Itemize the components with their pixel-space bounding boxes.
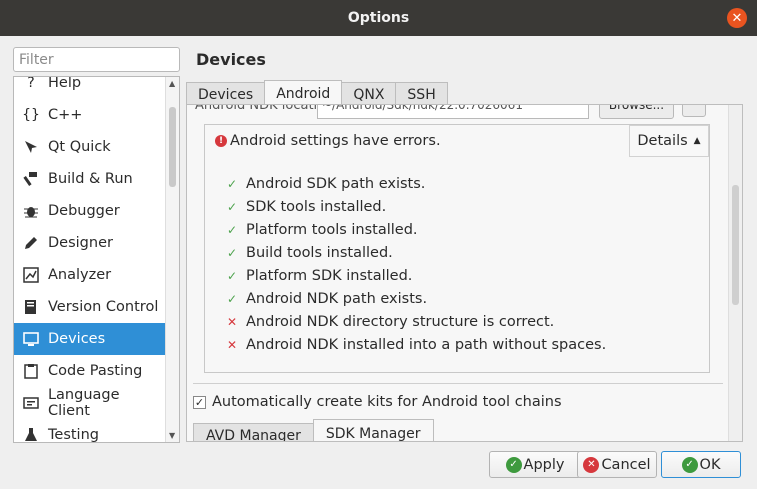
checkmark-icon: ✓ — [681, 456, 698, 473]
hammer-icon — [20, 169, 42, 189]
options-dialog: Options ✕ ? Help {} C++ Qt Quick — [0, 0, 757, 489]
title-bar: Options ✕ — [0, 0, 757, 36]
checkmark-icon: ✓ — [227, 268, 238, 283]
sidebar-item-build-run[interactable]: Build & Run — [14, 163, 166, 195]
sidebar-item-code-pasting[interactable]: Code Pasting — [14, 355, 166, 387]
sidebar-item-version-control[interactable]: Version Control — [14, 291, 166, 323]
checkmark-icon: ✓ — [227, 199, 238, 214]
panel-scrollbar[interactable] — [728, 105, 742, 441]
braces-icon: {} — [22, 107, 40, 123]
close-icon: ✕ — [731, 10, 743, 26]
check-list: ✓ Android SDK path exists. ✓ SDK tools inst… — [227, 172, 606, 356]
tab-ssh[interactable]: SSH — [395, 82, 448, 106]
sidebar-item-debugger[interactable]: Debugger — [14, 195, 166, 227]
check-item: ✕ Android NDK installed into a path witho… — [227, 333, 606, 356]
qt-quick-icon — [20, 137, 42, 157]
check-text: Platform SDK installed. — [246, 267, 413, 284]
sidebar-item-analyzer[interactable]: Analyzer — [14, 259, 166, 291]
sidebar-item-designer[interactable]: Designer — [14, 227, 166, 259]
check-item: ✓ Android SDK path exists. — [227, 172, 606, 195]
tab-android[interactable]: Android — [264, 80, 343, 106]
checkmark-icon: ✓ — [227, 245, 238, 260]
tab-sdk-manager[interactable]: SDK Manager — [312, 419, 434, 441]
help-icon: ? — [27, 76, 35, 91]
check-text: Platform tools installed. — [246, 221, 418, 238]
scrollbar-thumb[interactable] — [732, 185, 739, 305]
sidebar-item-language-client[interactable]: Language Client — [14, 387, 166, 419]
sidebar-item-cpp[interactable]: {} C++ — [14, 99, 166, 131]
cancel-button[interactable]: ✕ Cancel — [577, 451, 657, 478]
browse-button[interactable]: Browse... — [599, 105, 674, 119]
chart-icon — [20, 265, 42, 285]
category-list: ? Help {} C++ Qt Quick Build & Run Debug… — [13, 76, 180, 443]
check-item: ✓ Platform SDK installed. — [227, 264, 606, 287]
sidebar-item-help[interactable]: ? Help — [14, 76, 166, 99]
check-item: ✓ SDK tools installed. — [227, 195, 606, 218]
checkmark-icon: ✓ — [227, 176, 238, 191]
tab-bar: Devices Android QNX SSH — [186, 80, 448, 106]
android-panel: Android NDK location: ~/Android/Sdk/ndk/… — [186, 104, 743, 442]
status-title: Android settings have errors. — [230, 133, 441, 149]
checkbox-icon[interactable]: ✓ — [193, 395, 206, 409]
divider — [193, 383, 723, 384]
sidebar-item-qt-quick[interactable]: Qt Quick — [14, 131, 166, 163]
language-client-icon — [20, 393, 42, 413]
ok-button[interactable]: ✓ OK — [661, 451, 741, 478]
cross-icon: ✕ — [227, 314, 238, 329]
check-item: ✓ Android NDK path exists. — [227, 287, 606, 310]
paste-icon — [20, 361, 42, 381]
ndk-location-field[interactable]: ~/Android/Sdk/ndk/22.0.7026061 — [317, 105, 589, 119]
check-text: SDK tools installed. — [246, 198, 387, 215]
tab-qnx[interactable]: QNX — [341, 82, 397, 106]
check-item: ✕ Android NDK directory structure is corr… — [227, 310, 606, 333]
close-button[interactable]: ✕ — [727, 8, 747, 28]
check-item: ✓ Build tools installed. — [227, 241, 606, 264]
auto-kits-checkbox[interactable]: ✓ Automatically create kits for Android … — [193, 394, 562, 410]
checkmark-icon: ✓ — [227, 222, 238, 237]
checkmark-icon: ✓ — [227, 291, 238, 306]
window-title: Options — [347, 10, 410, 26]
category-items: ? Help {} C++ Qt Quick Build & Run Debug… — [14, 76, 166, 442]
apply-button[interactable]: ✓ Apply — [489, 451, 581, 478]
page-title: Devices — [196, 50, 266, 69]
sidebar-item-devices[interactable]: Devices — [14, 323, 166, 355]
android-status-box: ! Android settings have errors. Details … — [204, 124, 710, 373]
ndk-extra-button[interactable] — [682, 105, 706, 117]
cross-icon: ✕ — [227, 337, 238, 352]
check-text: Android NDK path exists. — [246, 290, 428, 307]
tab-devices[interactable]: Devices — [186, 82, 266, 106]
flask-icon — [20, 425, 42, 442]
scroll-up-arrow-icon[interactable]: ▲ — [169, 79, 175, 88]
check-text: Android NDK directory structure is corre… — [246, 313, 555, 330]
checkmark-icon: ✓ — [505, 456, 522, 473]
monitor-icon — [20, 329, 42, 349]
filter-input[interactable] — [13, 47, 180, 72]
check-item: ✓ Platform tools installed. — [227, 218, 606, 241]
error-icon: ! — [215, 135, 227, 147]
pencil-icon — [20, 233, 42, 253]
check-text: Android SDK path exists. — [246, 175, 426, 192]
status-header: ! Android settings have errors. — [215, 133, 441, 149]
check-text: Build tools installed. — [246, 244, 393, 261]
check-text: Android NDK installed into a path withou… — [246, 336, 607, 353]
scroll-down-arrow-icon[interactable]: ▼ — [169, 431, 175, 440]
scrollbar-thumb[interactable] — [169, 107, 176, 187]
caret-up-icon: ▲ — [693, 136, 701, 146]
sidebar-item-testing[interactable]: Testing — [14, 419, 166, 442]
tab-avd-manager[interactable]: AVD Manager — [193, 423, 314, 441]
document-icon — [20, 297, 42, 317]
cancel-icon: ✕ — [583, 456, 600, 473]
details-button[interactable]: Details ▲ — [629, 125, 709, 157]
category-scrollbar[interactable]: ▲ ▼ — [165, 77, 179, 442]
bug-icon — [20, 201, 42, 221]
sub-tab-bar: AVD Manager SDK Manager — [193, 419, 434, 441]
